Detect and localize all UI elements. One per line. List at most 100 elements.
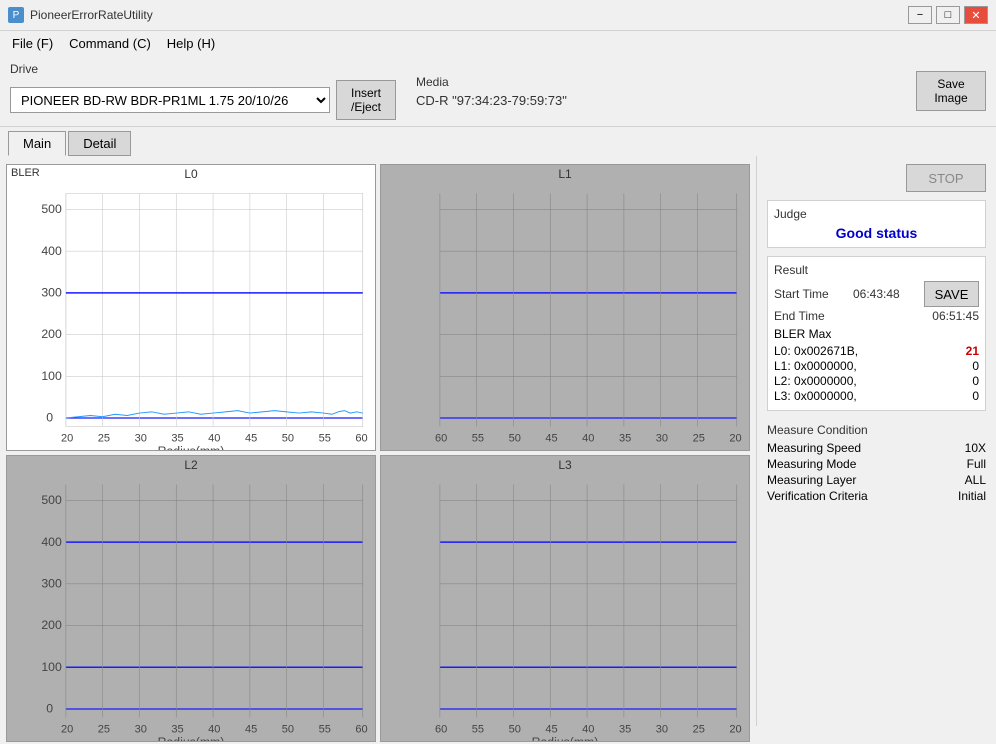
chart-l2: L2 500 400 300 200 100 0 <box>6 455 376 742</box>
svg-text:50: 50 <box>509 432 521 444</box>
svg-text:30: 30 <box>135 432 147 444</box>
chart-l3-title: L3 <box>558 458 571 472</box>
svg-text:40: 40 <box>208 723 220 735</box>
measure-condition-section: Measure Condition Measuring Speed 10X Me… <box>767 423 986 505</box>
y-label-0: 0 <box>46 411 53 425</box>
verification-criteria-val: Initial <box>958 489 986 503</box>
svg-text:55: 55 <box>319 432 331 444</box>
tab-detail[interactable]: Detail <box>68 131 131 156</box>
chart-l1: L1 <box>380 164 750 451</box>
svg-text:45: 45 <box>245 432 257 444</box>
svg-text:30: 30 <box>135 723 147 735</box>
svg-text:45: 45 <box>245 723 257 735</box>
tab-main[interactable]: Main <box>8 131 66 156</box>
result-section: Result Start Time 06:43:48 SAVE End Time… <box>767 256 986 411</box>
bler-l0-key: L0: 0x002671B, <box>774 344 858 358</box>
chart-l2-svg: 500 400 300 200 100 0 <box>7 456 375 741</box>
start-time-key: Start Time <box>774 287 829 301</box>
app-icon: P <box>8 7 24 23</box>
svg-text:55: 55 <box>472 723 484 735</box>
svg-text:35: 35 <box>171 432 183 444</box>
menu-file[interactable]: File (F) <box>4 33 61 54</box>
bler-l1-val: 0 <box>972 359 979 373</box>
y2-label-300: 300 <box>41 577 62 591</box>
drive-select[interactable]: PIONEER BD-RW BDR-PR1ML 1.75 20/10/26 <box>10 87 330 113</box>
save-image-button[interactable]: SaveImage <box>916 71 986 111</box>
svg-text:50: 50 <box>282 432 294 444</box>
svg-text:40: 40 <box>582 432 594 444</box>
bler-max-section: BLER Max L0: 0x002671B, 21 L1: 0x0000000… <box>774 327 979 403</box>
save-button[interactable]: SAVE <box>924 281 979 307</box>
svg-text:30: 30 <box>656 723 668 735</box>
svg-text:60: 60 <box>435 723 447 735</box>
verification-criteria-key: Verification Criteria <box>767 489 868 503</box>
svg-text:20: 20 <box>61 723 73 735</box>
bler-l3-val: 0 <box>972 389 979 403</box>
y-label-100: 100 <box>41 369 62 383</box>
bler-l1-key: L1: 0x0000000, <box>774 359 857 373</box>
svg-text:Radius(mm): Radius(mm) <box>158 444 225 450</box>
menu-help[interactable]: Help (H) <box>159 33 223 54</box>
end-time-row: End Time 06:51:45 <box>774 309 979 323</box>
y2-label-400: 400 <box>41 535 62 549</box>
measuring-layer-key: Measuring Layer <box>767 473 856 487</box>
svg-text:45: 45 <box>545 723 557 735</box>
svg-text:Radius(mm): Radius(mm) <box>532 735 599 741</box>
chart-l1-title: L1 <box>558 167 571 181</box>
menu-command[interactable]: Command (C) <box>61 33 159 54</box>
result-label: Result <box>774 263 979 277</box>
measuring-speed-row: Measuring Speed 10X <box>767 441 986 455</box>
measure-condition-label: Measure Condition <box>767 423 986 437</box>
minimize-button[interactable]: − <box>908 6 932 24</box>
title-controls: − □ ✕ <box>908 6 988 24</box>
svg-text:60: 60 <box>435 432 447 444</box>
svg-text:30: 30 <box>656 432 668 444</box>
svg-text:20: 20 <box>729 723 741 735</box>
drive-label: Drive <box>10 62 396 76</box>
sidebar: STOP Judge Good status Result Start Time… <box>756 156 996 726</box>
main-content: BLER L0 500 400 300 200 100 0 <box>0 156 996 726</box>
svg-text:35: 35 <box>171 723 183 735</box>
y2-label-200: 200 <box>41 618 62 632</box>
title-bar: P PioneerErrorRateUtility − □ ✕ <box>0 0 996 31</box>
y-label-500: 500 <box>41 202 62 216</box>
svg-text:45: 45 <box>545 432 557 444</box>
measuring-layer-val: ALL <box>965 473 986 487</box>
bler-l1-row: L1: 0x0000000, 0 <box>774 359 979 373</box>
chart-l3-svg: 60 55 50 45 40 35 30 25 20 Radius(mm) <box>381 456 749 741</box>
menu-bar: File (F) Command (C) Help (H) <box>0 31 996 56</box>
measuring-mode-val: Full <box>967 457 986 471</box>
chart-l0-title: L0 <box>184 167 197 181</box>
bler-l0-val: 21 <box>966 344 979 358</box>
y-label-200: 200 <box>41 327 62 341</box>
svg-text:35: 35 <box>619 432 631 444</box>
svg-text:55: 55 <box>472 432 484 444</box>
drive-row: PIONEER BD-RW BDR-PR1ML 1.75 20/10/26 In… <box>10 80 396 120</box>
tabs: Main Detail <box>0 127 996 156</box>
media-section: Media CD-R "97:34:23-79:59:73" <box>416 75 896 108</box>
stop-button[interactable]: STOP <box>906 164 986 192</box>
maximize-button[interactable]: □ <box>936 6 960 24</box>
start-time-row: Start Time 06:43:48 SAVE <box>774 281 979 307</box>
start-time-val: 06:43:48 <box>853 287 900 301</box>
chart-l2-title: L2 <box>184 458 197 472</box>
svg-text:Radius(mm): Radius(mm) <box>158 735 225 741</box>
svg-text:55: 55 <box>319 723 331 735</box>
app-title: PioneerErrorRateUtility <box>30 8 153 22</box>
bler-l3-row: L3: 0x0000000, 0 <box>774 389 979 403</box>
svg-text:25: 25 <box>98 723 110 735</box>
insert-eject-button[interactable]: Insert/Eject <box>336 80 396 120</box>
bler-l2-row: L2: 0x0000000, 0 <box>774 374 979 388</box>
svg-text:40: 40 <box>208 432 220 444</box>
y2-label-100: 100 <box>41 660 62 674</box>
bler-l3-key: L3: 0x0000000, <box>774 389 857 403</box>
bler-l0-row: L0: 0x002671B, 21 <box>774 344 979 358</box>
svg-text:60: 60 <box>355 723 367 735</box>
svg-text:40: 40 <box>582 723 594 735</box>
judge-section: Judge Good status <box>767 200 986 248</box>
svg-text:20: 20 <box>61 432 73 444</box>
measuring-mode-row: Measuring Mode Full <box>767 457 986 471</box>
close-button[interactable]: ✕ <box>964 6 988 24</box>
bler-max-label: BLER Max <box>774 327 979 341</box>
svg-text:25: 25 <box>693 723 705 735</box>
